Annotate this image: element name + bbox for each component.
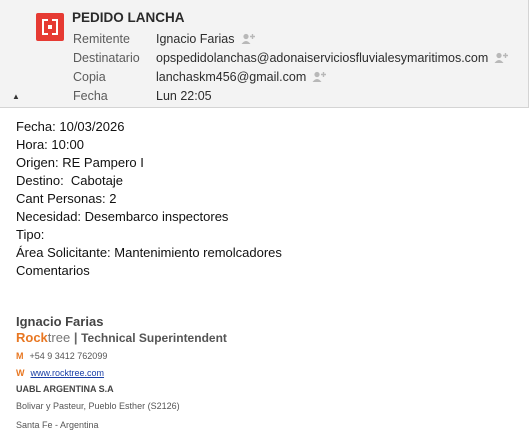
signature-role: Technical Superintendent bbox=[81, 331, 227, 345]
signature-phone-line: M +54 9 3412 762099 bbox=[16, 347, 227, 364]
body-line: Origen: RE Pampero I bbox=[16, 155, 144, 170]
email-signature: Ignacio Farias Rocktree | Technical Supe… bbox=[16, 314, 227, 435]
web-key: W bbox=[16, 367, 25, 378]
cc-value[interactable]: lanchaskm456@gmail.com bbox=[156, 70, 306, 84]
signature-company: UABL ARGENTINA S.A bbox=[16, 384, 114, 394]
recipient-label: Destinatario bbox=[73, 51, 140, 65]
message-subject: PEDIDO LANCHA bbox=[72, 10, 185, 25]
signature-phone: +54 9 3412 762099 bbox=[29, 350, 108, 361]
signature-address-2: Santa Fe - Argentina bbox=[16, 420, 99, 430]
sender-label: Remitente bbox=[73, 32, 130, 46]
add-contact-icon[interactable] bbox=[311, 71, 327, 83]
recipient-value[interactable]: opspedidolanchas@adonaiserviciosfluviale… bbox=[156, 51, 488, 65]
body-line: Necesidad: Desembarco inspectores bbox=[16, 209, 229, 224]
body-line: Fecha: 10/03/2026 bbox=[16, 119, 125, 134]
body-line: Cant Personas: 2 bbox=[16, 191, 117, 206]
body-line: Tipo: bbox=[16, 227, 45, 242]
body-line: Área Solicitante: Mantenimiento remolcad… bbox=[16, 245, 282, 260]
signature-brand: Rocktree | Technical Superintendent bbox=[16, 330, 227, 347]
collapse-up-icon[interactable]: ▲ bbox=[12, 92, 20, 101]
brand-logo-part1: Rock bbox=[16, 330, 48, 345]
message-body: Fecha: 10/03/2026 Hora: 10:00 Origen: RE… bbox=[16, 118, 282, 280]
add-contact-icon[interactable] bbox=[493, 52, 509, 64]
date-label: Fecha bbox=[73, 89, 108, 103]
body-line: Destino: Cabotaje bbox=[16, 173, 123, 188]
cc-label: Copia bbox=[73, 70, 106, 84]
message-header: PEDIDO LANCHA Remitente Ignacio Farias D… bbox=[0, 0, 529, 108]
app-logo-icon bbox=[36, 13, 64, 41]
signature-name: Ignacio Farias bbox=[16, 314, 104, 329]
brand-logo-part2: tree bbox=[47, 330, 71, 345]
brand-separator: | bbox=[73, 330, 78, 345]
date-value: Lun 22:05 bbox=[156, 89, 212, 103]
add-contact-icon[interactable] bbox=[240, 33, 256, 45]
body-line: Comentarios bbox=[16, 263, 90, 278]
sender-value[interactable]: Ignacio Farias bbox=[156, 32, 235, 46]
signature-web-link[interactable]: www.rocktree.com bbox=[31, 368, 105, 378]
signature-address-1: Bolivar y Pasteur, Pueblo Esther (S2126) bbox=[16, 401, 180, 411]
signature-web-line: W www.rocktree.com bbox=[16, 364, 227, 381]
body-line: Hora: 10:00 bbox=[16, 137, 84, 152]
phone-key: M bbox=[16, 350, 24, 361]
